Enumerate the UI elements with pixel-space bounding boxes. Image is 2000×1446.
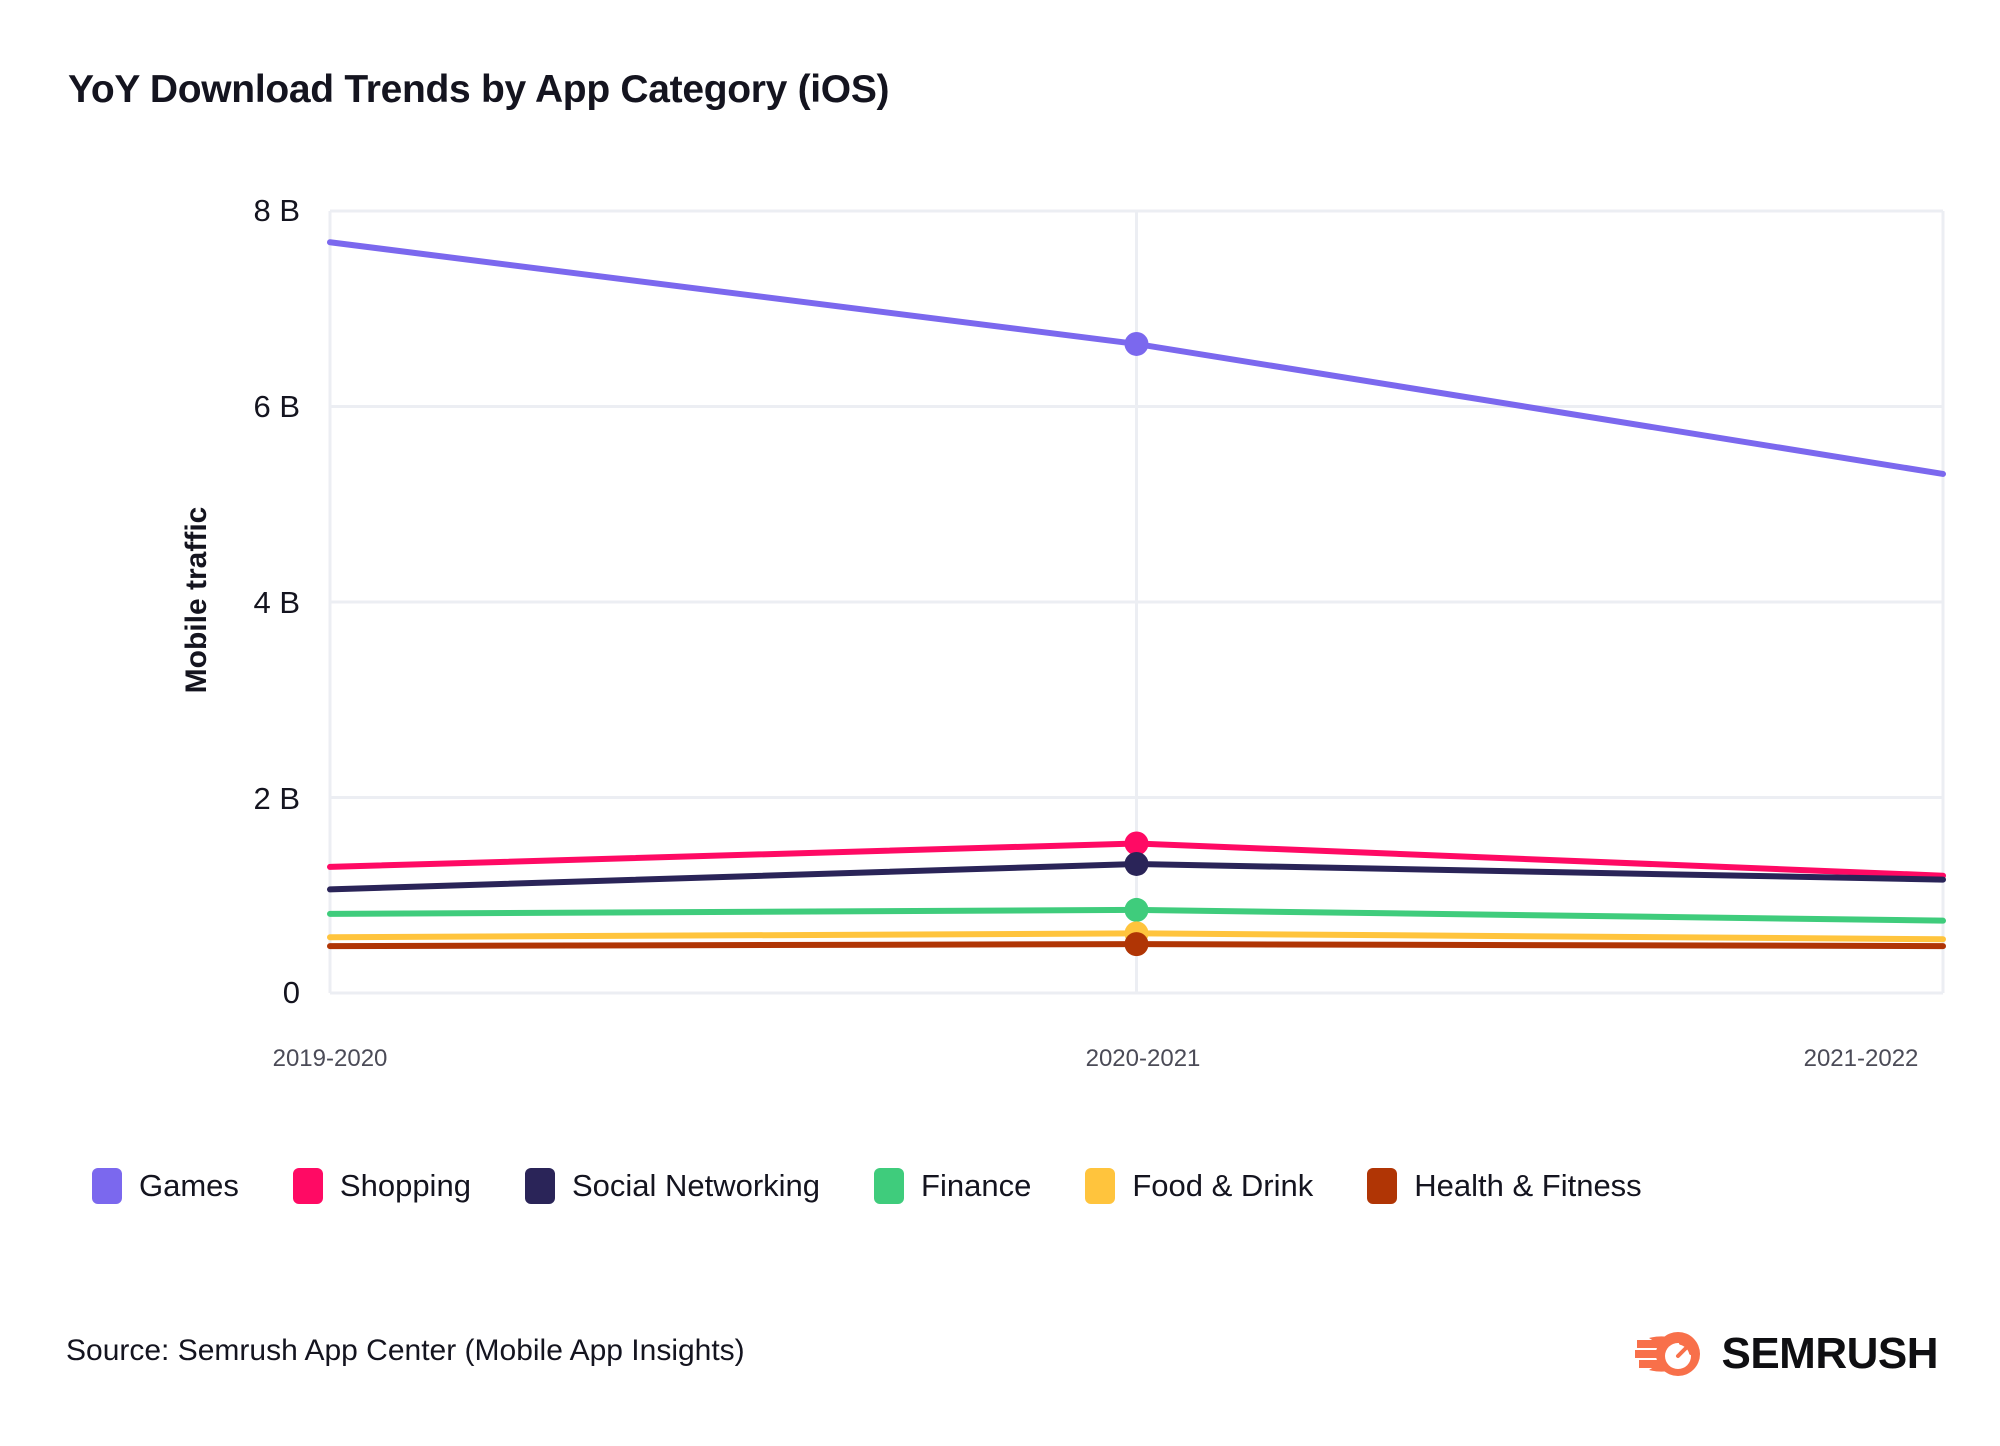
legend-swatch-icon	[292, 1168, 323, 1204]
source-note: Source: Semrush App Center (Mobile App I…	[66, 1334, 745, 1367]
chart-legend: Games Shopping Social Networking Finance Foo…	[92, 1168, 1696, 1204]
semrush-logo: SEMRUSH	[1635, 1328, 1938, 1380]
legend-swatch-icon	[874, 1168, 905, 1204]
data-point-marker[interactable]	[1124, 897, 1149, 922]
legend-item[interactable]: Finance	[874, 1168, 1031, 1204]
x-tick-label: 2019-2020	[272, 1045, 388, 1072]
legend-item-label: Shopping	[339, 1168, 471, 1203]
legend-swatch-icon	[92, 1168, 122, 1204]
legend-swatch-icon	[1367, 1168, 1398, 1204]
semrush-logo-text: SEMRUSH	[1721, 1329, 1938, 1378]
legend-item-label: Food & Drink	[1132, 1168, 1314, 1203]
data-point-marker[interactable]	[1124, 831, 1149, 856]
legend-swatch-icon	[1085, 1168, 1116, 1204]
legend-item[interactable]: Social Networking	[524, 1168, 821, 1204]
semrush-comet-icon	[1635, 1332, 1701, 1376]
legend-item[interactable]: Games	[92, 1168, 239, 1204]
legend-swatch-icon	[524, 1168, 555, 1204]
legend-item-label: Finance	[921, 1168, 1032, 1203]
legend-item[interactable]: Food & Drink	[1085, 1168, 1313, 1204]
x-tick-label: 2021-2022	[1803, 1045, 1919, 1072]
legend-item-label: Health & Fitness	[1414, 1168, 1642, 1203]
data-point-marker[interactable]	[1124, 851, 1149, 876]
chart-page: YoY Download Trends by App Category (iOS…	[0, 0, 2000, 1446]
chart-plot-area: Mobile traffic 8 B 6 B 4 B 2 B 0 2019-20…	[0, 0, 2000, 1100]
legend-item[interactable]: Health & Fitness	[1367, 1168, 1642, 1204]
data-point-marker[interactable]	[1124, 331, 1149, 356]
legend-item-label: Social Networking	[571, 1168, 821, 1203]
data-point-marker[interactable]	[1124, 932, 1149, 957]
x-tick-label: 2020-2021	[1085, 1045, 1201, 1072]
legend-item[interactable]: Shopping	[292, 1168, 471, 1204]
legend-item-label: Games	[139, 1168, 239, 1203]
line-chart-svg	[327, 209, 1946, 995]
